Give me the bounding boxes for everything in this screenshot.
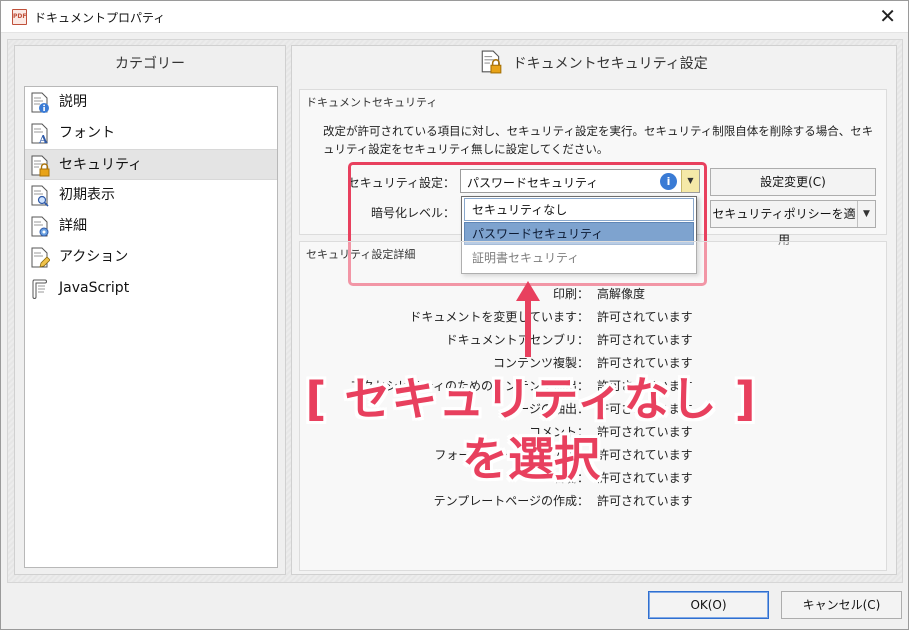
settings-title: ドキュメントセキュリティ設定 xyxy=(512,56,708,72)
sidebar-item-font[interactable]: A フォント xyxy=(25,118,277,149)
sidebar-item-label: 詳細 xyxy=(59,218,87,234)
svg-text:A: A xyxy=(38,133,48,145)
category-panel: カテゴリー 説明 A フォント セキュリティ 初期表示 詳細 アクション Jav… xyxy=(14,45,286,575)
sidebar-item-label: 説明 xyxy=(59,94,87,110)
sidebar-item-label: JavaScript xyxy=(59,280,130,296)
document-lock-icon xyxy=(481,50,502,74)
pdf-app-icon: PDF xyxy=(12,9,27,25)
cancel-button[interactable]: キャンセル(C) xyxy=(781,591,902,619)
sidebar-item-label: アクション xyxy=(59,249,129,265)
sidebar-item-description[interactable]: 説明 xyxy=(25,87,277,118)
document-lock-icon xyxy=(31,155,50,177)
sidebar-item-initial-view[interactable]: 初期表示 xyxy=(25,180,277,211)
sidebar-item-security[interactable]: セキュリティ xyxy=(25,149,277,180)
document-gear-icon xyxy=(31,216,49,237)
window-title: ドキュメントプロパティ xyxy=(34,11,166,25)
document-view-icon xyxy=(31,185,49,207)
category-list: 説明 A フォント セキュリティ 初期表示 詳細 アクション JavaScrip… xyxy=(24,86,278,568)
sidebar-item-javascript[interactable]: JavaScript xyxy=(25,273,277,304)
close-icon[interactable]: ✕ xyxy=(879,5,896,27)
detail-row: テンプレートページの作成： 許可されています xyxy=(331,492,871,512)
detail-value: 許可されています xyxy=(597,310,693,324)
category-header: カテゴリー xyxy=(115,56,185,72)
annotation-text-line2: を選択 xyxy=(462,432,600,486)
detail-label: テンプレートページの作成： xyxy=(433,494,589,508)
change-settings-button[interactable]: 設定変更(C) xyxy=(710,168,876,196)
detail-label: 印刷： xyxy=(552,287,589,301)
detail-row: ドキュメントを変更しています： 許可されています xyxy=(331,308,871,328)
detail-value: 高解像度 xyxy=(597,287,646,301)
security-group-title: ドキュメントセキュリティ xyxy=(306,96,438,109)
dialog-window: PDF ドキュメントプロパティ ✕ カテゴリー 説明 A フォント セキュリティ… xyxy=(0,0,909,630)
document-info-icon xyxy=(31,92,49,113)
ok-button[interactable]: OK(O) xyxy=(648,591,769,619)
detail-value: 許可されています xyxy=(597,333,693,347)
detail-row: ドキュメントアセンブリ： 許可されています xyxy=(331,331,871,351)
settings-header: ドキュメントセキュリティ設定 xyxy=(292,46,896,82)
detail-value: 許可されています xyxy=(597,494,693,508)
detail-label: ドキュメントアセンブリ： xyxy=(445,333,589,347)
apply-security-policy-button[interactable]: セキュリティポリシーを適用 ▼ xyxy=(710,200,876,247)
document-pencil-icon xyxy=(31,247,50,268)
security-details-title: セキュリティ設定詳細 xyxy=(306,248,416,261)
sidebar-item-label: 初期表示 xyxy=(59,187,115,203)
sidebar-item-advanced[interactable]: 詳細 xyxy=(25,211,277,242)
title-bar: PDF ドキュメントプロパティ ✕ xyxy=(1,1,908,33)
document-font-icon: A xyxy=(31,123,48,145)
annotation-text-line1: [ セキュリティなし ] xyxy=(305,372,757,426)
sidebar-item-action[interactable]: アクション xyxy=(25,242,277,273)
detail-row: 印刷： 高解像度 xyxy=(331,285,871,305)
chevron-down-icon[interactable]: ▼ xyxy=(857,201,875,227)
sidebar-item-label: セキュリティ xyxy=(59,157,143,173)
security-description: 改定が許可されている項目に対し、セキュリティ設定を実行。セキュリティ制限自体を削… xyxy=(323,124,874,156)
sidebar-item-label: フォント xyxy=(59,125,115,141)
annotation-arrow-line xyxy=(525,291,531,357)
detail-label: ドキュメントを変更しています： xyxy=(409,310,589,324)
script-icon xyxy=(32,279,47,299)
